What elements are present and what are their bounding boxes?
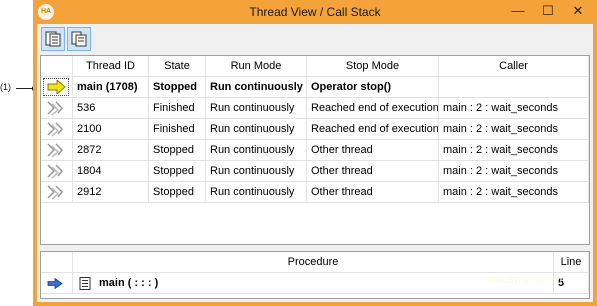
thread-icon-cell (41, 98, 73, 119)
thread-state: Stopped (149, 77, 206, 98)
call-stack-header: Procedure Line (41, 252, 589, 273)
thread-caller: main : 2 : wait_seconds (439, 161, 589, 182)
table-row[interactable]: main (1708) Stopped Run continuously Ope… (41, 77, 589, 98)
thread-list-button[interactable] (41, 27, 65, 51)
thread-caller (439, 77, 589, 98)
thread-list-icon (45, 31, 61, 47)
thread-stop-mode: Other thread (307, 140, 439, 161)
thread-icon (47, 143, 64, 158)
thread-icon-cell (41, 140, 73, 161)
thread-run-mode: Run continuously (206, 77, 307, 98)
table-row[interactable]: 2912 Stopped Run continuously Other thre… (41, 182, 589, 203)
window-client-area: Thread ID State Run Mode Stop Mode Calle… (37, 24, 593, 302)
maximize-button[interactable]: ☐ (533, 0, 563, 22)
thread-id: 1804 (73, 161, 149, 182)
column-header-run-mode[interactable]: Run Mode (206, 56, 307, 77)
column-header-state[interactable]: State (149, 56, 206, 77)
table-row[interactable]: 1804 Stopped Run continuously Other thre… (41, 161, 589, 182)
copy-pages-icon (71, 31, 87, 47)
current-thread-marker (41, 77, 73, 98)
thread-state: Stopped (149, 182, 206, 203)
procedure-cell: main ( : : : ) (73, 273, 554, 294)
thread-run-mode: Run continuously (206, 161, 307, 182)
stack-marker-cell (41, 273, 73, 294)
thread-id: 536 (73, 98, 149, 119)
blue-arrow-icon (47, 278, 63, 289)
column-header-icon[interactable] (41, 56, 73, 77)
thread-state: Finished (149, 119, 206, 140)
thread-icon (47, 185, 64, 200)
thread-run-mode: Run continuously (206, 98, 307, 119)
title-bar[interactable]: HA Thread View / Call Stack — ☐ ✕ (33, 0, 597, 24)
table-row[interactable]: 2100 Finished Run continuously Reached e… (41, 119, 589, 140)
thread-icon-cell (41, 119, 73, 140)
thread-icon (47, 101, 64, 116)
column-header-stop-mode[interactable]: Stop Mode (307, 56, 439, 77)
column-header-caller[interactable]: Caller (439, 56, 589, 77)
thread-state: Stopped (149, 140, 206, 161)
thread-id: 2872 (73, 140, 149, 161)
callout-label: (1) (0, 82, 11, 92)
minimize-button[interactable]: — (503, 0, 533, 22)
thread-stop-mode: Reached end of execution (307, 119, 439, 140)
thread-stop-mode: Operator stop() (307, 77, 439, 98)
toolbar (37, 24, 593, 54)
column-header-line[interactable]: Line (554, 252, 589, 273)
thread-view-window: HA Thread View / Call Stack — ☐ ✕ Thread… (33, 0, 597, 306)
table-row[interactable]: 536 Finished Run continuously Reached en… (41, 98, 589, 119)
thread-id: 2100 (73, 119, 149, 140)
thread-run-mode: Run continuously (206, 140, 307, 161)
thread-icon-cell (41, 182, 73, 203)
thread-icon (47, 122, 64, 137)
thread-id: main (1708) (73, 77, 149, 98)
procedure-name: main ( : : : ) (99, 277, 159, 289)
column-header-procedure[interactable]: Procedure (73, 252, 554, 273)
thread-run-mode: Run continuously (206, 119, 307, 140)
thread-state: Stopped (149, 161, 206, 182)
thread-icon (47, 164, 64, 179)
thread-table: Thread ID State Run Mode Stop Mode Calle… (40, 55, 590, 245)
thread-state: Finished (149, 98, 206, 119)
thread-table-header: Thread ID State Run Mode Stop Mode Calle… (41, 56, 589, 77)
thread-caller: main : 2 : wait_seconds (439, 98, 589, 119)
procedure-icon (79, 277, 91, 290)
current-thread-arrow-icon (47, 80, 66, 94)
thread-caller: main : 2 : wait_seconds (439, 140, 589, 161)
table-row[interactable]: 2872 Stopped Run continuously Other thre… (41, 140, 589, 161)
thread-icon-cell (41, 161, 73, 182)
thread-caller: main : 2 : wait_seconds (439, 119, 589, 140)
thread-id: 2912 (73, 182, 149, 203)
column-header-thread-id[interactable]: Thread ID (73, 56, 149, 77)
thread-stop-mode: Reached end of execution (307, 98, 439, 119)
thread-stop-mode: Other thread (307, 182, 439, 203)
thread-run-mode: Run continuously (206, 182, 307, 203)
thread-stop-mode: Other thread (307, 161, 439, 182)
column-header-marker[interactable] (41, 252, 73, 273)
watermark: www.51halcon.com (487, 275, 565, 285)
thread-caller: main : 2 : wait_seconds (439, 182, 589, 203)
call-stack-button[interactable] (67, 27, 91, 51)
close-button[interactable]: ✕ (563, 0, 593, 22)
